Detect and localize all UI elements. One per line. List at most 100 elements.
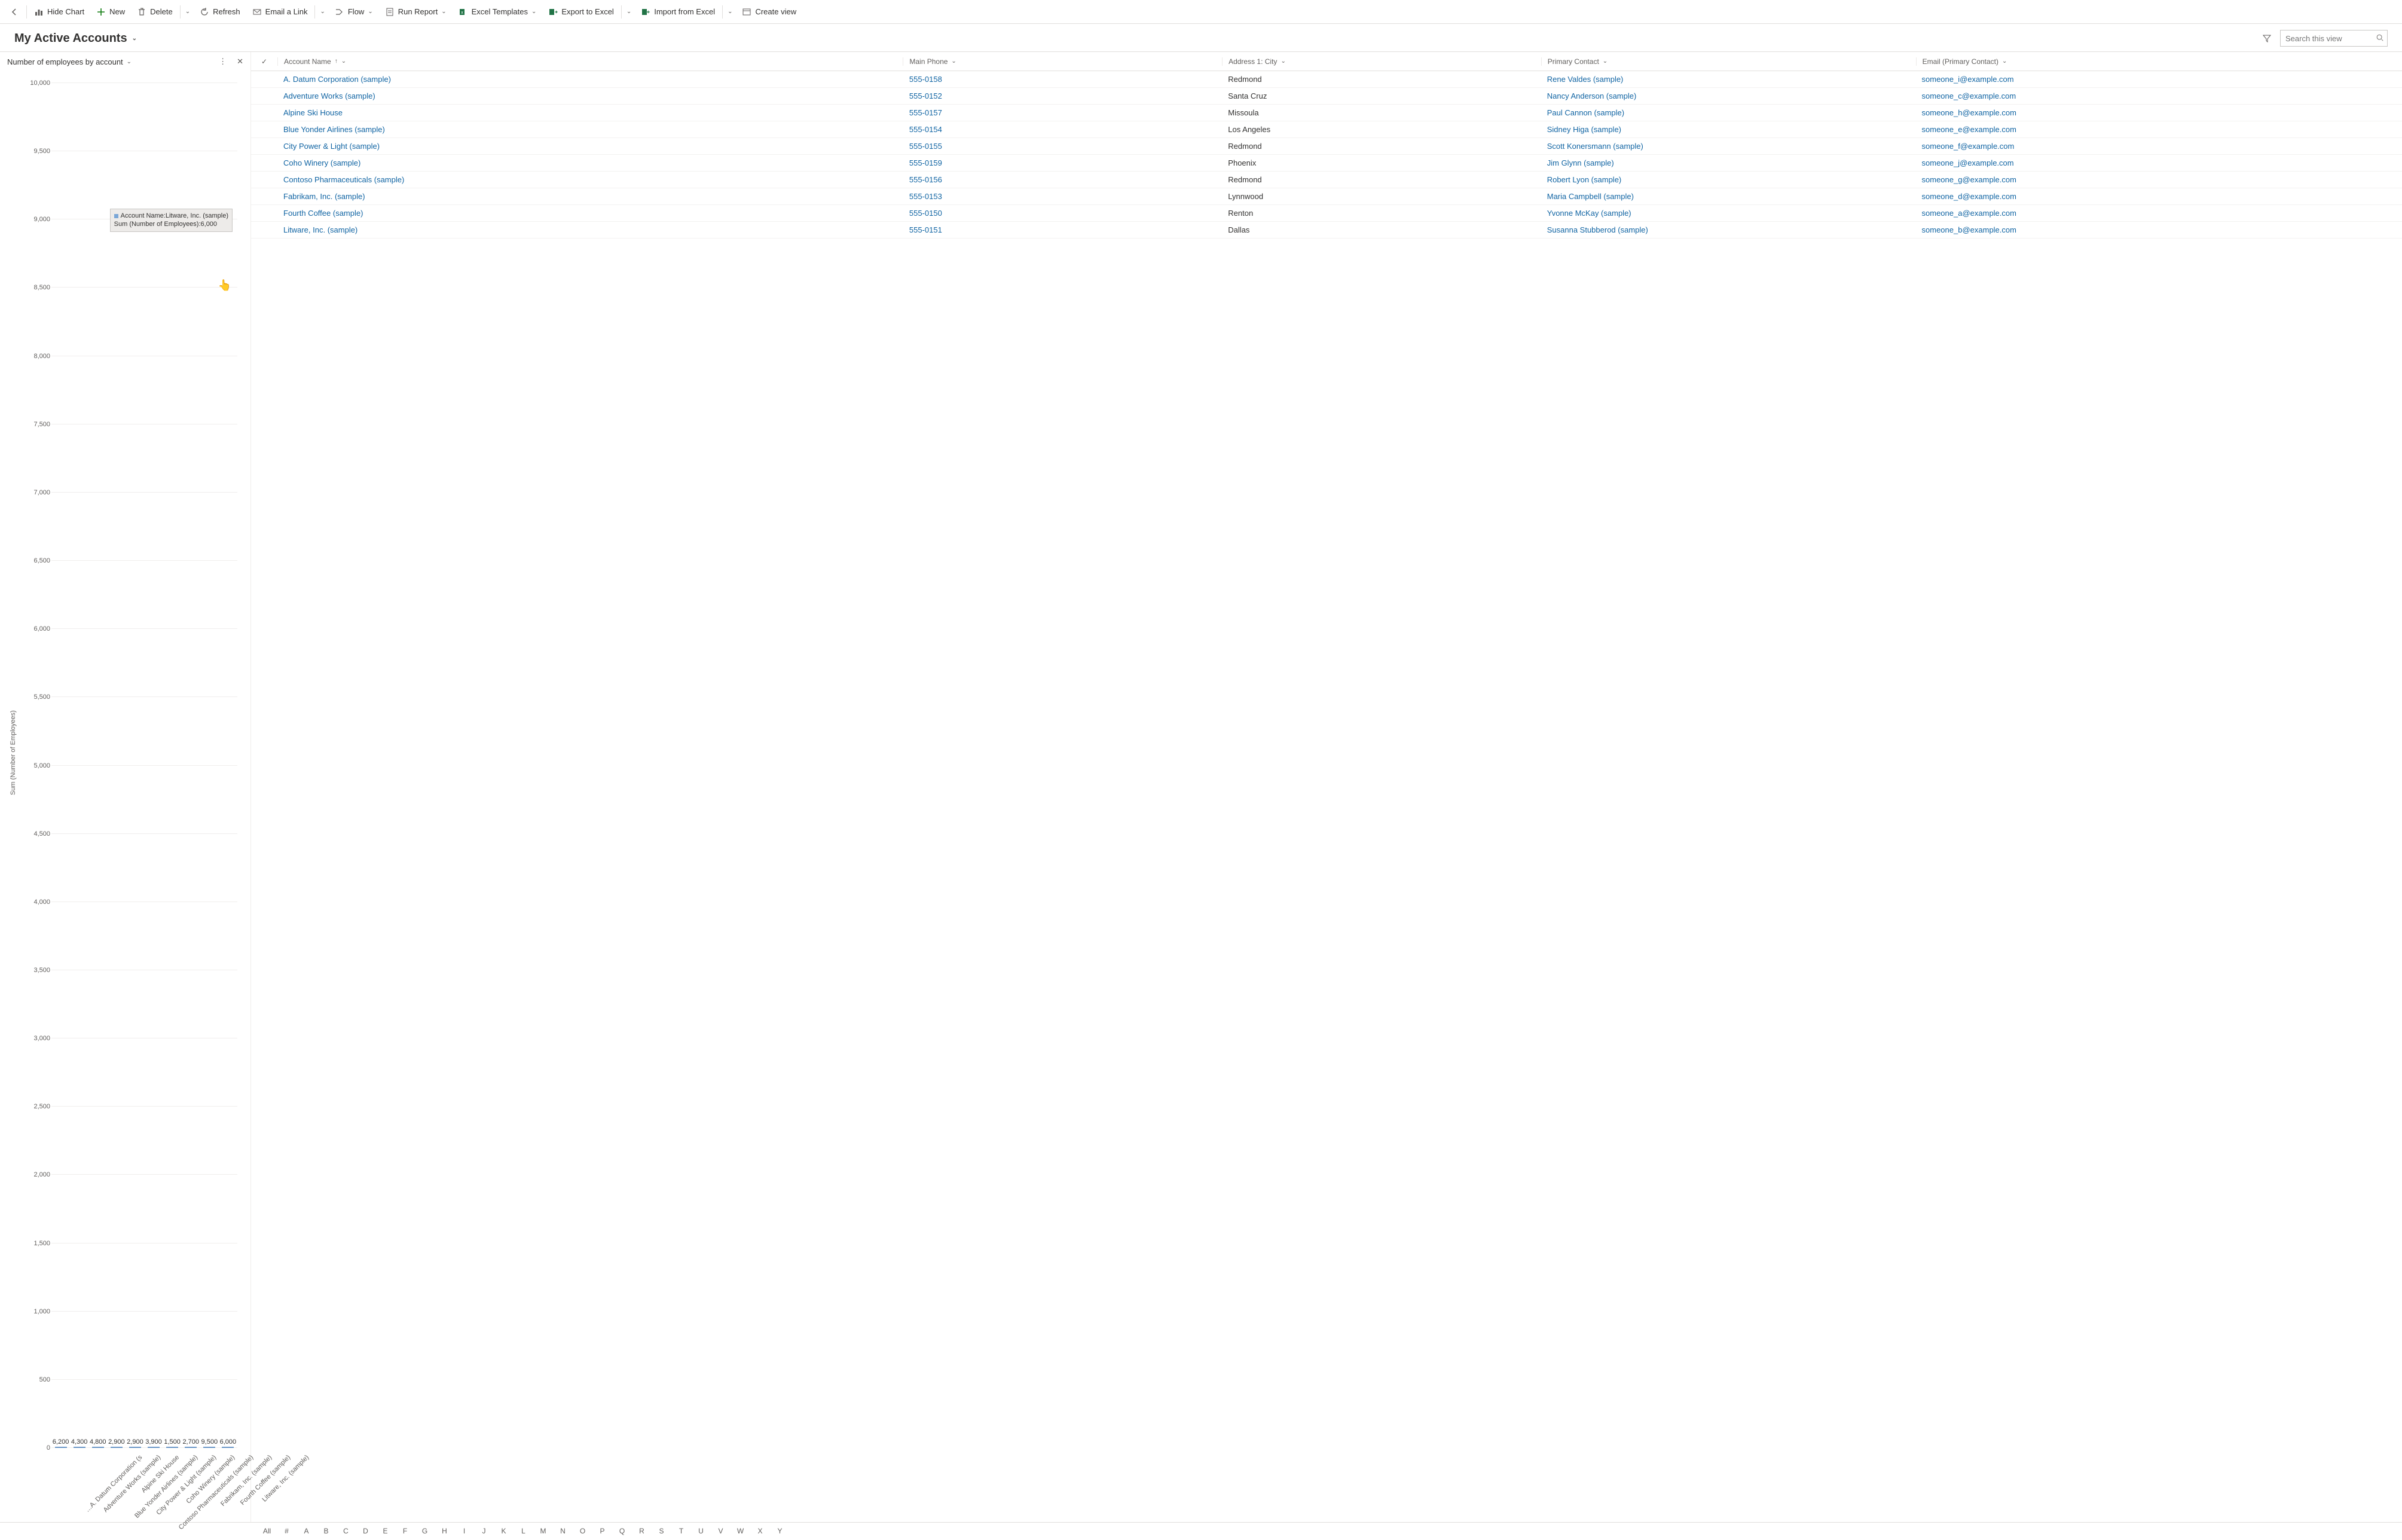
alpha-C[interactable]: C: [336, 1527, 356, 1535]
phone-link[interactable]: 555-0154: [909, 125, 942, 134]
column-header-contact[interactable]: Primary Contact ⌄: [1541, 57, 1916, 66]
table-row[interactable]: Adventure Works (sample)555-0152Santa Cr…: [251, 88, 2402, 105]
flow-button[interactable]: Flow ⌄: [329, 3, 379, 21]
email-link-button[interactable]: Email a Link: [246, 3, 314, 21]
contact-link[interactable]: Robert Lyon (sample): [1547, 175, 1622, 184]
alpha-Q[interactable]: Q: [612, 1527, 632, 1535]
column-header-phone[interactable]: Main Phone ⌄: [903, 57, 1222, 66]
bar[interactable]: [148, 1447, 160, 1448]
alpha-J[interactable]: J: [474, 1527, 494, 1535]
bar[interactable]: [222, 1447, 234, 1448]
contact-link[interactable]: Jim Glynn (sample): [1547, 158, 1614, 167]
phone-link[interactable]: 555-0156: [909, 175, 942, 184]
back-button[interactable]: [4, 3, 25, 21]
email-link[interactable]: someone_g@example.com: [1922, 175, 2016, 184]
table-row[interactable]: Alpine Ski House555-0157MissoulaPaul Can…: [251, 105, 2402, 121]
account-name-link[interactable]: Coho Winery (sample): [283, 158, 360, 167]
alpha-N[interactable]: N: [553, 1527, 573, 1535]
alpha-#[interactable]: #: [277, 1527, 297, 1535]
account-name-link[interactable]: Litware, Inc. (sample): [283, 225, 357, 234]
bar[interactable]: [129, 1447, 141, 1448]
bar-slot[interactable]: 4,300Adventure Works (sample): [70, 1438, 88, 1448]
bar-slot[interactable]: 1,500Contoso Pharmaceuticals (sample): [163, 1438, 182, 1448]
email-link[interactable]: someone_b@example.com: [1922, 225, 2016, 234]
chart-more-button[interactable]: ⋮: [219, 57, 227, 66]
phone-link[interactable]: 555-0150: [909, 209, 942, 218]
new-button[interactable]: New: [90, 3, 131, 21]
phone-link[interactable]: 555-0158: [909, 75, 942, 84]
alpha-U[interactable]: U: [691, 1527, 711, 1535]
contact-link[interactable]: Nancy Anderson (sample): [1547, 91, 1637, 100]
alpha-I[interactable]: I: [454, 1527, 474, 1535]
table-row[interactable]: Coho Winery (sample)555-0159PhoenixJim G…: [251, 155, 2402, 172]
alpha-O[interactable]: O: [573, 1527, 592, 1535]
bar-slot[interactable]: 2,900City Power & Light (sample): [126, 1438, 144, 1448]
create-view-button[interactable]: Create view: [736, 3, 802, 21]
hide-chart-button[interactable]: Hide Chart: [28, 3, 90, 21]
email-link[interactable]: someone_f@example.com: [1922, 142, 2015, 151]
alpha-A[interactable]: A: [297, 1527, 316, 1535]
alpha-Y[interactable]: Y: [770, 1527, 790, 1535]
select-all-checkbox[interactable]: ✓: [251, 57, 277, 66]
table-row[interactable]: City Power & Light (sample)555-0155Redmo…: [251, 138, 2402, 155]
chart-selector[interactable]: Number of employees by account ⌄: [7, 57, 132, 66]
email-link[interactable]: someone_j@example.com: [1922, 158, 2014, 167]
account-name-link[interactable]: City Power & Light (sample): [283, 142, 380, 151]
bar[interactable]: [203, 1447, 215, 1448]
phone-link[interactable]: 555-0157: [909, 108, 942, 117]
bar[interactable]: [166, 1447, 178, 1448]
email-link[interactable]: someone_h@example.com: [1922, 108, 2016, 117]
alpha-R[interactable]: R: [632, 1527, 652, 1535]
contact-link[interactable]: Scott Konersmann (sample): [1547, 142, 1643, 151]
alpha-W[interactable]: W: [731, 1527, 750, 1535]
table-row[interactable]: Fabrikam, Inc. (sample)555-0153LynnwoodM…: [251, 188, 2402, 205]
alpha-V[interactable]: V: [711, 1527, 731, 1535]
alpha-H[interactable]: H: [435, 1527, 454, 1535]
alpha-S[interactable]: S: [652, 1527, 671, 1535]
bar-slot[interactable]: 6,000Litware, Inc. (sample): [219, 1438, 237, 1448]
alpha-E[interactable]: E: [375, 1527, 395, 1535]
account-name-link[interactable]: Fourth Coffee (sample): [283, 209, 363, 218]
phone-link[interactable]: 555-0159: [909, 158, 942, 167]
contact-link[interactable]: Rene Valdes (sample): [1547, 75, 1624, 84]
contact-link[interactable]: Paul Cannon (sample): [1547, 108, 1624, 117]
excel-templates-button[interactable]: x Excel Templates ⌄: [453, 3, 543, 21]
email-link[interactable]: someone_d@example.com: [1922, 192, 2016, 201]
table-row[interactable]: Fourth Coffee (sample)555-0150RentonYvon…: [251, 205, 2402, 222]
email-split-chevron[interactable]: ⌄: [316, 8, 328, 15]
import-split-chevron[interactable]: ⌄: [724, 8, 736, 15]
table-row[interactable]: Contoso Pharmaceuticals (sample) 555-0156…: [251, 172, 2402, 188]
alpha-P[interactable]: P: [592, 1527, 612, 1535]
search-input[interactable]: [2280, 30, 2388, 47]
column-header-city[interactable]: Address 1: City ⌄: [1222, 57, 1541, 66]
refresh-button[interactable]: Refresh: [194, 3, 246, 21]
column-header-email[interactable]: Email (Primary Contact) ⌄: [1916, 57, 2402, 66]
account-name-link[interactable]: Blue Yonder Airlines (sample): [283, 125, 385, 134]
bar-slot[interactable]: 3,900Coho Winery (sample): [144, 1438, 163, 1448]
email-link[interactable]: someone_a@example.com: [1922, 209, 2016, 218]
phone-link[interactable]: 555-0152: [909, 91, 942, 100]
account-name-link[interactable]: Adventure Works (sample): [283, 91, 375, 100]
account-name-link[interactable]: Alpine Ski House: [283, 108, 343, 117]
run-report-button[interactable]: Run Report ⌄: [379, 3, 453, 21]
alpha-X[interactable]: X: [750, 1527, 770, 1535]
phone-link[interactable]: 555-0155: [909, 142, 942, 151]
alpha-T[interactable]: T: [671, 1527, 691, 1535]
bar-slot[interactable]: 2,700Fabrikam, Inc. (sample): [182, 1438, 200, 1448]
alpha-F[interactable]: F: [395, 1527, 415, 1535]
alpha-All[interactable]: All: [257, 1527, 277, 1535]
alpha-L[interactable]: L: [514, 1527, 533, 1535]
account-name-link[interactable]: Contoso Pharmaceuticals (sample): [283, 175, 404, 184]
bar[interactable]: [74, 1447, 85, 1448]
contact-link[interactable]: Susanna Stubberod (sample): [1547, 225, 1648, 234]
alpha-B[interactable]: B: [316, 1527, 336, 1535]
alpha-G[interactable]: G: [415, 1527, 435, 1535]
phone-link[interactable]: 555-0151: [909, 225, 942, 234]
table-row[interactable]: A. Datum Corporation (sample)555-0158Red…: [251, 71, 2402, 88]
contact-link[interactable]: Sidney Higa (sample): [1547, 125, 1621, 134]
chart-close-button[interactable]: ✕: [237, 57, 243, 66]
bar[interactable]: [185, 1447, 197, 1448]
account-name-link[interactable]: A. Datum Corporation (sample): [283, 75, 391, 84]
contact-link[interactable]: Maria Campbell (sample): [1547, 192, 1634, 201]
email-link[interactable]: someone_e@example.com: [1922, 125, 2016, 134]
